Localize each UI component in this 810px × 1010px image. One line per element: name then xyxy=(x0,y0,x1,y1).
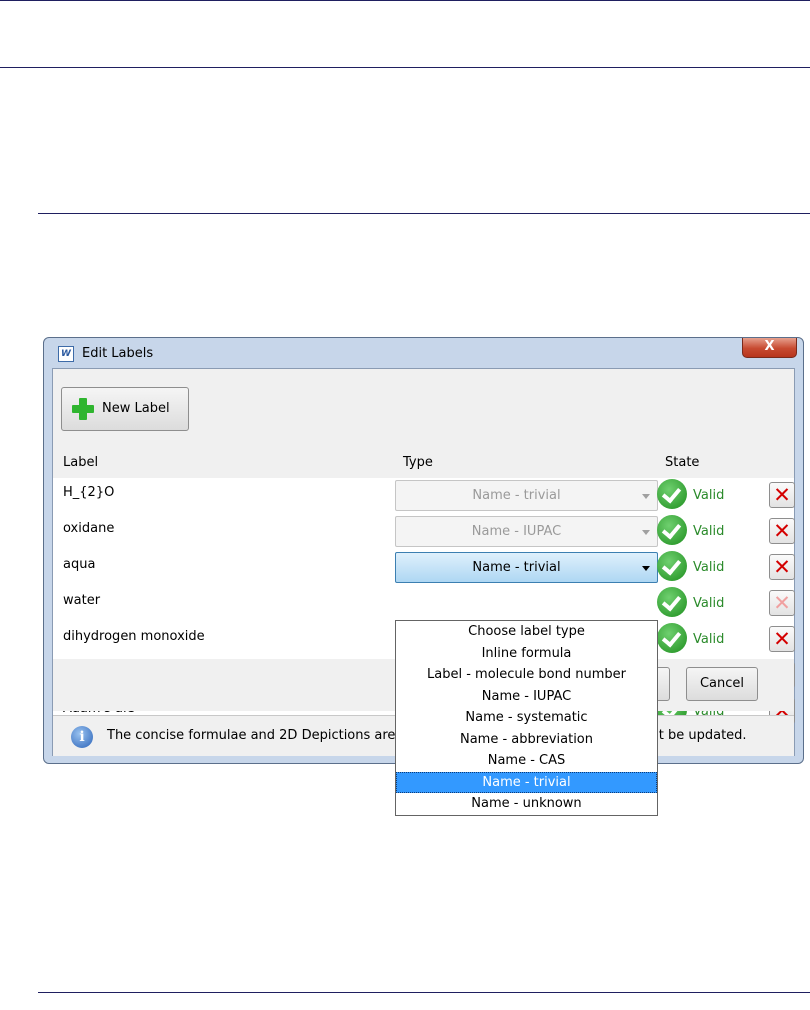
column-header-state: State xyxy=(665,455,700,470)
title-bar: W Edit Labels X xyxy=(44,338,803,368)
label-row: H_{2}O Name - trivial Valid ✕ xyxy=(53,478,795,514)
chevron-down-icon xyxy=(642,566,650,571)
column-header-label: Label xyxy=(63,455,99,470)
label-text[interactable]: H_{2}O xyxy=(63,485,114,500)
type-select-value: Name - trivial xyxy=(472,560,561,575)
label-text[interactable]: water xyxy=(63,593,100,608)
state-text: Valid xyxy=(693,560,725,575)
label-text[interactable]: aqua xyxy=(63,557,95,572)
edit-labels-dialog: W Edit Labels X New Label Label Type Sta… xyxy=(43,337,804,816)
header-rule xyxy=(0,67,810,68)
new-label-text: New Label xyxy=(102,401,170,416)
label-text[interactable]: dihydrogen monoxide xyxy=(63,629,205,644)
state-text: Valid xyxy=(693,524,725,539)
valid-check-icon xyxy=(657,587,687,617)
app-icon: W xyxy=(58,346,74,362)
valid-check-icon xyxy=(657,479,687,509)
close-button[interactable]: X xyxy=(742,338,797,358)
label-row: aqua Name - trivial Valid ✕ xyxy=(53,550,795,586)
state-text: Valid xyxy=(693,596,725,611)
toolbar: New Label Label Type State xyxy=(53,369,794,478)
type-select-value: Name - trivial xyxy=(472,488,561,503)
section-rule xyxy=(38,213,810,214)
dropdown-option[interactable]: Label - molecule bond number xyxy=(396,664,657,686)
valid-check-icon xyxy=(657,515,687,545)
dropdown-option[interactable]: Name - CAS xyxy=(396,750,657,772)
dropdown-option[interactable]: Name - systematic xyxy=(396,707,657,729)
type-select-value: Name - IUPAC xyxy=(471,524,562,539)
state-text: Valid xyxy=(693,632,725,647)
valid-check-icon xyxy=(657,623,687,653)
delete-button[interactable]: ✕ xyxy=(769,590,795,616)
dropdown-option[interactable]: Inline formula xyxy=(396,643,657,665)
label-text[interactable]: oxidane xyxy=(63,521,114,536)
dropdown-option[interactable]: Name - unknown xyxy=(396,793,657,815)
plus-icon xyxy=(72,398,94,420)
label-row: water Valid ✕ xyxy=(53,586,795,622)
dropdown-option[interactable]: Name - trivial xyxy=(396,771,657,793)
label-row: oxidane Name - IUPAC Valid ✕ xyxy=(53,514,795,550)
type-select[interactable]: Name - trivial xyxy=(395,480,658,511)
delete-button[interactable]: ✕ xyxy=(769,482,795,508)
bottom-rule xyxy=(38,992,810,993)
state-text: Valid xyxy=(693,488,725,503)
cancel-button[interactable]: Cancel xyxy=(686,667,758,701)
type-select[interactable]: Name - trivial xyxy=(395,552,658,583)
dropdown-option[interactable]: Choose label type xyxy=(396,621,657,643)
chevron-down-icon xyxy=(642,530,650,535)
delete-button[interactable]: ✕ xyxy=(769,626,795,652)
column-header-type: Type xyxy=(403,455,433,470)
type-select[interactable]: Name - IUPAC xyxy=(395,516,658,547)
info-icon: i xyxy=(71,726,93,748)
chevron-down-icon xyxy=(642,494,650,499)
delete-button[interactable]: ✕ xyxy=(769,518,795,544)
valid-check-icon xyxy=(657,551,687,581)
top-rule xyxy=(0,0,810,1)
dropdown-option[interactable]: Name - abbreviation xyxy=(396,729,657,751)
dialog-title: Edit Labels xyxy=(82,346,154,361)
label-type-dropdown-list[interactable]: Choose label type Inline formula Label - m… xyxy=(395,620,658,816)
dropdown-option[interactable]: Name - IUPAC xyxy=(396,686,657,708)
dialog-client: New Label Label Type State H_{2}O Name - … xyxy=(52,368,795,816)
new-label-button[interactable]: New Label xyxy=(61,387,189,431)
delete-button[interactable]: ✕ xyxy=(769,554,795,580)
